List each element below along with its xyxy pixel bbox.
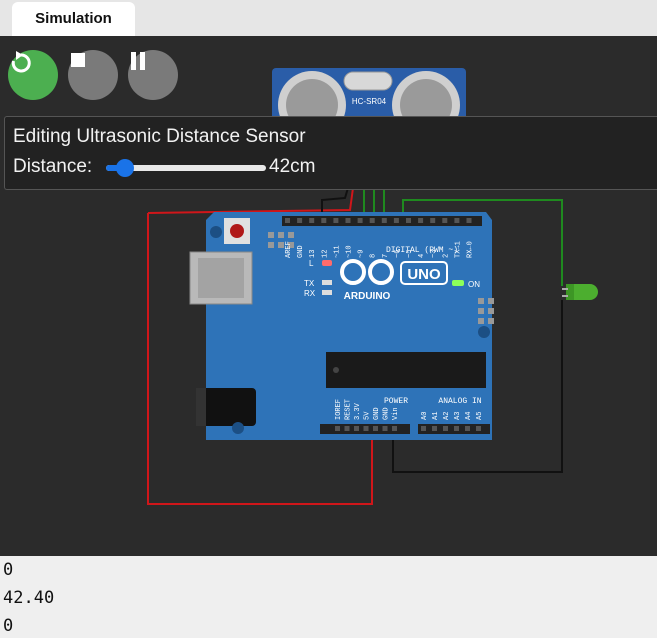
power-pin-label: 5V bbox=[364, 411, 372, 420]
power-pin-label: GND bbox=[373, 407, 381, 420]
arduino-brand-label: ARDUINO bbox=[344, 291, 391, 302]
on-label: ON bbox=[468, 280, 480, 289]
l-led-label: L bbox=[309, 259, 314, 268]
power-pin[interactable] bbox=[335, 426, 340, 431]
digital-pin[interactable] bbox=[285, 218, 290, 223]
tx-label: TX bbox=[304, 279, 315, 288]
component-editor-panel: Editing Ultrasonic Distance Sensor Dista… bbox=[4, 116, 657, 190]
distance-label: Distance: bbox=[13, 156, 93, 177]
stop-button[interactable] bbox=[68, 50, 118, 100]
digital-pin[interactable] bbox=[442, 218, 448, 223]
power-pin-label: GND bbox=[383, 407, 391, 420]
power-pin-label: RESET bbox=[345, 399, 353, 420]
led-green[interactable] bbox=[562, 284, 598, 300]
digital-pin[interactable] bbox=[406, 218, 411, 223]
serial-monitor: 0 42.40 0 bbox=[0, 556, 657, 638]
simulation-canvas[interactable]: HC-SR04 AREF GND 13 12 ~11 ~10 ~9 8 7 ~6… bbox=[0, 36, 657, 556]
analog-pin-label: A3 bbox=[454, 412, 462, 420]
restart-button[interactable] bbox=[8, 50, 58, 100]
analog-pin[interactable] bbox=[443, 426, 448, 431]
power-pin[interactable] bbox=[363, 426, 369, 431]
analog-pin[interactable] bbox=[465, 426, 470, 431]
analog-pin[interactable] bbox=[421, 426, 426, 431]
power-pin[interactable] bbox=[354, 426, 359, 431]
power-pin[interactable] bbox=[392, 426, 397, 431]
digital-pin-label: GND bbox=[297, 245, 305, 258]
digital-pin[interactable] bbox=[418, 218, 424, 223]
serial-line: 0 bbox=[3, 616, 14, 636]
analog-pin[interactable] bbox=[432, 426, 437, 431]
uno-label: UNO bbox=[407, 266, 441, 283]
power-pin[interactable] bbox=[373, 426, 378, 431]
digital-pin[interactable] bbox=[297, 218, 303, 223]
sensor-model-label: HC-SR04 bbox=[352, 97, 387, 106]
digital-pin-label: ~11 bbox=[333, 245, 341, 258]
analog-pin-label: A4 bbox=[465, 412, 473, 420]
digital-pin[interactable] bbox=[345, 218, 351, 223]
digital-pin[interactable] bbox=[333, 218, 339, 223]
digital-pin[interactable] bbox=[381, 218, 387, 223]
digital-pin-label: 8 bbox=[370, 254, 378, 258]
digital-pin[interactable] bbox=[393, 218, 399, 223]
stop-icon bbox=[71, 53, 85, 67]
digital-pin[interactable] bbox=[321, 218, 327, 223]
power-pin-label: 3.3V bbox=[354, 402, 362, 420]
pause-icon bbox=[131, 52, 145, 70]
analog-pin-label: A1 bbox=[432, 412, 440, 420]
tab-simulation[interactable]: Simulation bbox=[12, 2, 135, 36]
circuit-drawing: HC-SR04 AREF GND 13 12 ~11 ~10 ~9 8 7 ~6… bbox=[147, 68, 598, 505]
digital-pin[interactable] bbox=[454, 218, 460, 223]
arduino-uno-board[interactable]: AREF GND 13 12 ~11 ~10 ~9 8 7 ~6 ~5 4 ~3 2 TX→1 RX←0 L … bbox=[189, 212, 494, 440]
analog-pin-label: A2 bbox=[443, 412, 451, 420]
power-pin[interactable] bbox=[382, 426, 388, 431]
power-pin-label: IOREF bbox=[335, 399, 343, 420]
tab-simulation-label: Simulation bbox=[35, 10, 112, 27]
power-pin[interactable] bbox=[344, 426, 350, 431]
digital-pin[interactable] bbox=[357, 218, 363, 223]
serial-line: 42.40 bbox=[3, 588, 55, 608]
distance-slider-thumb[interactable] bbox=[116, 159, 135, 177]
rx-label: RX bbox=[304, 289, 316, 298]
digital-pin[interactable] bbox=[309, 218, 315, 223]
analog-pin-label: A0 bbox=[421, 412, 429, 420]
editor-title: Editing Ultrasonic Distance Sensor bbox=[13, 126, 306, 147]
analog-pin[interactable] bbox=[476, 426, 481, 431]
digital-pin-label: 13 bbox=[309, 250, 317, 258]
digital-pin[interactable] bbox=[430, 218, 436, 223]
digital-pin-label: ~10 bbox=[346, 245, 354, 258]
digital-pin-label: 12 bbox=[321, 250, 329, 258]
analog-pin-label: A5 bbox=[476, 412, 484, 420]
power-label: POWER bbox=[384, 397, 408, 406]
tab-bar: Simulation bbox=[0, 0, 657, 36]
digital-pin-label: AREF bbox=[285, 241, 293, 258]
analog-label: ANALOG IN bbox=[438, 397, 481, 406]
analog-pin[interactable] bbox=[454, 426, 459, 431]
pause-button[interactable] bbox=[128, 50, 178, 100]
distance-value: 42cm bbox=[269, 156, 316, 177]
digital-pin[interactable] bbox=[466, 218, 472, 223]
digital-pin-label: ~9 bbox=[358, 250, 366, 258]
restart-icon bbox=[11, 51, 31, 73]
power-pin-label: Vin bbox=[392, 407, 400, 420]
digital-pin[interactable] bbox=[369, 218, 375, 223]
digital-pin-label: RX←0 bbox=[467, 241, 475, 258]
digital-label: DIGITAL (PWM ~) bbox=[386, 246, 458, 255]
serial-line: 0 bbox=[3, 560, 14, 580]
